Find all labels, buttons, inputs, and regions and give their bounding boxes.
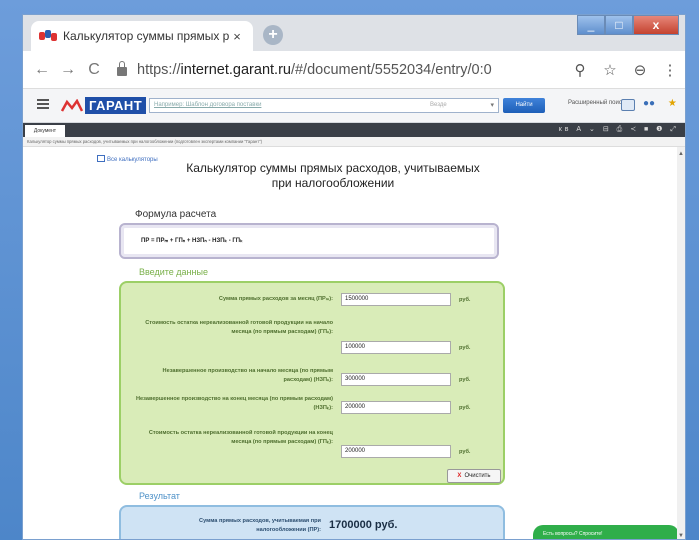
breadcrumb: Калькулятор суммы прямых расходов, учиты…: [23, 137, 685, 147]
finished-goods-end-input[interactable]: 200000: [341, 445, 451, 458]
new-tab-button[interactable]: +: [263, 25, 283, 45]
garant-search-input[interactable]: Например: Шаблон договора поставки Везде…: [149, 98, 499, 113]
garant-favicon-icon: [39, 30, 57, 42]
bookmark-star-icon[interactable]: ☆: [595, 61, 625, 79]
search-placeholder: Например: Шаблон договора поставки: [154, 102, 262, 108]
input-panel: Сумма прямых расходов за месяц (ПРₘ): 15…: [119, 281, 505, 485]
formula-heading: Формула расчета: [135, 209, 217, 220]
users-icon[interactable]: ●●: [643, 98, 655, 109]
finished-goods-start-input[interactable]: 100000: [341, 341, 451, 354]
url-field[interactable]: https://internet.garant.ru/#/document/55…: [117, 61, 492, 78]
scroll-down-icon[interactable]: ▼: [678, 533, 684, 539]
document-toolbar-icons[interactable]: кв А ⌄ ⊟ ⎙ ≺ ■ ❶ ⤢: [559, 125, 679, 134]
back-icon[interactable]: ←: [29, 61, 55, 79]
field-unit: руб.: [459, 377, 471, 383]
browser-tab[interactable]: Калькулятор суммы прямых ра ×: [31, 21, 253, 51]
url-prefix: https://: [137, 61, 181, 78]
formula-text: ПР = ПРₘ + ГПₙ + НЗПₙ - НЗПₖ - ГПₖ: [141, 238, 243, 244]
zoom-icon[interactable]: ⚲: [565, 61, 595, 79]
result-panel: Сумма прямых расходов, учитываемая при н…: [119, 505, 505, 539]
search-scope[interactable]: Везде: [430, 102, 447, 108]
extended-search-link[interactable]: Расширенный поиск: [568, 100, 625, 106]
field-label: Стоимость остатка нереализованной готово…: [145, 320, 333, 335]
favorite-star-icon[interactable]: ★: [668, 98, 677, 109]
wip-end-input[interactable]: 200000: [341, 401, 451, 414]
result-value: 1700000 руб.: [329, 519, 398, 531]
document-tab[interactable]: Документ: [25, 125, 65, 137]
tab-strip: Калькулятор суммы прямых ра × + _ □ x: [23, 15, 685, 51]
find-button[interactable]: Найти: [503, 98, 545, 113]
chat-widget[interactable]: Есть вопросы? Спросите!: [533, 525, 679, 539]
formula-box: ПР = ПРₘ + ГПₙ + НЗПₙ - НЗПₖ - ГПₖ: [119, 223, 499, 259]
calculator-icon: [97, 155, 105, 162]
close-window-button[interactable]: x: [633, 15, 679, 35]
maximize-button[interactable]: □: [605, 15, 633, 35]
field-unit: руб.: [459, 449, 471, 455]
direct-expenses-input[interactable]: 1500000: [341, 293, 451, 306]
document-toolbar: Документ кв А ⌄ ⊟ ⎙ ≺ ■ ❶ ⤢: [23, 123, 685, 137]
garant-logo-text: ГАРАНТ: [85, 97, 147, 114]
field-unit: руб.: [459, 345, 471, 351]
chevron-down-icon[interactable]: ▾: [490, 101, 494, 109]
field-label: Стоимость остатка нереализованной готово…: [148, 430, 333, 445]
clear-button[interactable]: X Очистить: [447, 469, 501, 483]
field-label: Незавершенное производство на начало мес…: [162, 368, 333, 383]
window-controls: _ □ x: [577, 15, 679, 35]
document-content: Все калькуляторы Калькулятор суммы прямы…: [23, 147, 679, 539]
page-scrollbar[interactable]: ▲ ▼: [677, 147, 685, 539]
tab-title: Калькулятор суммы прямых ра: [63, 29, 229, 43]
all-calculators-label: Все калькуляторы: [107, 157, 158, 163]
garant-logo[interactable]: ГАРАНТ: [61, 95, 147, 117]
scroll-up-icon[interactable]: ▲: [678, 151, 684, 157]
browser-window: Калькулятор суммы прямых ра × + _ □ x ← …: [22, 14, 686, 540]
clear-icon: X: [457, 473, 462, 479]
address-bar: ← → C https://internet.garant.ru/#/docum…: [23, 51, 685, 89]
browser-menu-icon[interactable]: ⋮: [655, 61, 685, 79]
minimize-button[interactable]: _: [577, 15, 605, 35]
garant-toolbar: ГАРАНТ Например: Шаблон договора поставк…: [23, 89, 685, 123]
field-unit: руб.: [459, 297, 471, 303]
hamburger-menu-icon[interactable]: [37, 99, 49, 109]
wip-start-input[interactable]: 300000: [341, 373, 451, 386]
garant-logo-mark-icon: [61, 99, 83, 112]
field-label: Сумма прямых расходов за месяц (ПРₘ):: [218, 296, 333, 302]
reload-icon[interactable]: C: [81, 61, 107, 79]
clear-label: Очистить: [464, 473, 491, 479]
extended-search-icon[interactable]: [621, 99, 635, 111]
tab-close-icon[interactable]: ×: [229, 29, 245, 44]
result-heading: Результат: [139, 491, 180, 501]
page-title: Калькулятор суммы прямых расходов, учиты…: [186, 161, 480, 190]
url-path: /#/document/5552034/entry/0:0: [290, 61, 492, 78]
field-unit: руб.: [459, 405, 471, 411]
forward-icon[interactable]: →: [55, 61, 81, 79]
lock-icon: [117, 61, 127, 76]
result-label: Сумма прямых расходов, учитываемая при н…: [199, 518, 321, 533]
account-icon[interactable]: ⊖: [625, 61, 655, 79]
input-heading: Введите данные: [139, 267, 208, 277]
all-calculators-link[interactable]: Все калькуляторы: [97, 155, 158, 163]
field-label: Незавершенное производство на конец меся…: [135, 396, 333, 411]
url-host: internet.garant.ru: [180, 61, 291, 78]
